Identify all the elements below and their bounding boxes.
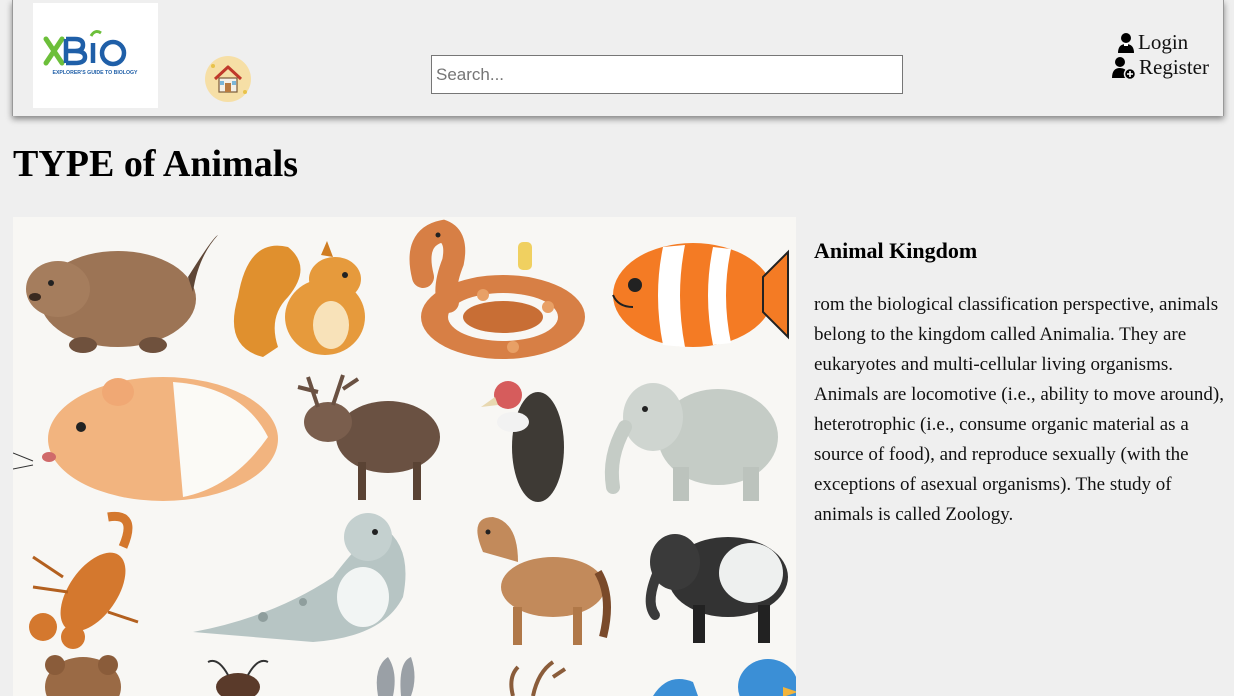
clownfish-illustration bbox=[612, 243, 789, 347]
squirrel-illustration bbox=[233, 241, 365, 357]
section-body: rom the biological classification perspe… bbox=[814, 294, 1224, 525]
elephant-illustration bbox=[604, 383, 778, 501]
ant-illustration bbox=[207, 659, 269, 696]
tapir-illustration bbox=[645, 534, 788, 643]
reindeer-illustration bbox=[297, 374, 440, 500]
auth-links: Login Register bbox=[1111, 30, 1221, 80]
seal-illustration bbox=[193, 513, 406, 642]
beaver-illustration bbox=[26, 235, 218, 353]
scorpion-illustration bbox=[29, 511, 139, 649]
search-input[interactable] bbox=[431, 55, 903, 94]
home-icon[interactable] bbox=[201, 52, 255, 106]
register-label: Register bbox=[1139, 55, 1209, 79]
rabbit-illustration bbox=[376, 657, 415, 696]
site-header: EXPLORER'S GUIDE TO BIOLOGY Login bbox=[12, 0, 1224, 116]
bird-illustration bbox=[653, 659, 796, 696]
animals-illustration bbox=[13, 217, 796, 696]
login-link[interactable]: Login bbox=[1111, 30, 1221, 55]
user-plus-icon bbox=[1112, 56, 1136, 80]
horse-illustration bbox=[477, 517, 611, 645]
site-logo[interactable]: EXPLORER'S GUIDE TO BIOLOGY bbox=[33, 3, 158, 108]
hamster-illustration bbox=[13, 377, 278, 501]
vulture-illustration bbox=[481, 381, 564, 502]
login-label: Login bbox=[1138, 30, 1189, 54]
snake-illustration bbox=[409, 219, 585, 359]
logo-tagline: EXPLORER'S GUIDE TO BIOLOGY bbox=[52, 70, 138, 76]
deer-antlers-illustration bbox=[509, 660, 567, 696]
page-title: TYPE of Animals bbox=[13, 143, 299, 185]
bear-illustration bbox=[45, 655, 121, 696]
user-icon bbox=[1118, 32, 1134, 53]
register-link[interactable]: Register bbox=[1111, 55, 1221, 80]
section-heading: Animal Kingdom bbox=[814, 238, 978, 263]
